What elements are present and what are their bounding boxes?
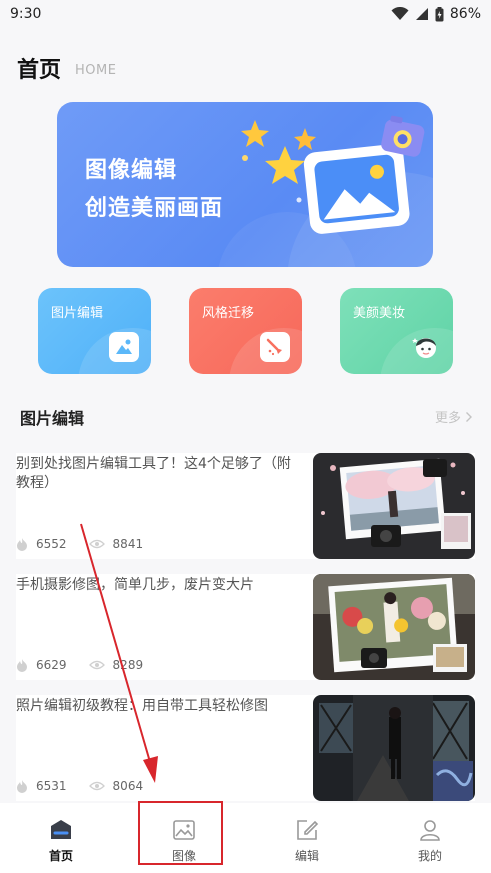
article-thumbnail <box>313 453 475 559</box>
views-stat: 8841 <box>88 537 144 551</box>
views-stat: 8064 <box>88 779 144 793</box>
hero-banner[interactable]: 图像编辑 创造美丽画面 <box>57 102 433 267</box>
feature-label: 美颜美妆 <box>353 306 406 321</box>
eye-icon <box>88 539 105 549</box>
article-card[interactable]: 别到处找图片编辑工具了！这4个足够了（附教程） 6552 8841 <box>16 453 475 559</box>
bottom-tab-bar: 首页 图像 编辑 我的 <box>0 803 491 873</box>
battery-percent: 86% <box>449 6 481 22</box>
edit-icon <box>297 820 319 840</box>
status-icons: 86% <box>391 6 481 22</box>
article-thumbnail <box>313 574 475 680</box>
article-stats: 6531 8064 <box>16 779 165 793</box>
flame-icon <box>17 659 27 672</box>
page-subtitle: HOME <box>75 63 117 78</box>
image-icon <box>109 332 139 362</box>
highlight-box <box>138 801 223 865</box>
views-count: 8064 <box>112 779 144 793</box>
views-stat: 8289 <box>88 658 144 672</box>
flame-icon <box>17 538 27 551</box>
tab-label: 编辑 <box>294 849 319 863</box>
flame-icon <box>17 780 27 793</box>
page-title: 首页 <box>17 58 62 83</box>
status-bar: 9:30 86% <box>0 0 491 28</box>
article-title: 手机摄影修图，简单几步，废片变大片 <box>16 577 254 593</box>
banner-headline: 图像编辑 <box>85 158 178 183</box>
brush-icon <box>260 332 290 362</box>
feature-label: 风格迁移 <box>202 306 255 321</box>
status-time: 9:30 <box>10 6 42 22</box>
tab-edit[interactable]: 编辑 <box>261 803 353 873</box>
article-title: 别到处找图片编辑工具了！这4个足够了（附教程） <box>16 456 291 491</box>
article-card[interactable]: 手机摄影修图，简单几步，废片变大片 6629 8289 <box>16 574 475 680</box>
article-stats: 6552 8841 <box>16 537 165 551</box>
feature-beauty-makeup-card[interactable]: 美颜美妆 <box>340 288 453 374</box>
cellular-signal-icon <box>415 8 428 20</box>
chevron-right-icon <box>466 411 472 422</box>
battery-icon <box>435 6 444 21</box>
more-label: 更多 <box>434 411 461 426</box>
likes-count: 6629 <box>36 658 67 672</box>
tab-home[interactable]: 首页 <box>15 803 107 873</box>
article-stats: 6629 8289 <box>16 658 165 672</box>
article-card[interactable]: 照片编辑初级教程：用自带工具轻松修图 6531 8064 <box>16 695 475 801</box>
article-title: 照片编辑初级教程：用自带工具轻松修图 <box>16 698 268 714</box>
eye-icon <box>88 781 105 791</box>
article-thumbnail <box>313 695 475 801</box>
feature-style-transfer-card[interactable]: 风格迁移 <box>189 288 302 374</box>
more-link[interactable]: 更多 <box>435 407 473 426</box>
views-count: 8841 <box>112 537 144 551</box>
tab-mine[interactable]: 我的 <box>384 803 476 873</box>
feature-image-edit-card[interactable]: 图片编辑 <box>38 288 151 374</box>
eye-icon <box>88 660 105 670</box>
tab-label: 首页 <box>48 849 73 863</box>
section-title: 图片编辑 <box>20 409 85 428</box>
likes-count: 6531 <box>36 779 67 793</box>
face-icon <box>411 332 441 362</box>
user-icon <box>420 820 440 841</box>
likes-count: 6552 <box>36 537 67 551</box>
home-icon <box>51 820 71 839</box>
wifi-icon <box>391 7 409 20</box>
feature-label: 图片编辑 <box>51 306 104 321</box>
photo-illustration-icon <box>241 115 425 234</box>
likes-stat: 6552 <box>16 537 67 551</box>
views-count: 8289 <box>112 658 144 672</box>
likes-stat: 6629 <box>16 658 67 672</box>
tab-label: 我的 <box>417 849 442 863</box>
likes-stat: 6531 <box>16 779 67 793</box>
banner-tagline: 创造美丽画面 <box>85 196 224 221</box>
